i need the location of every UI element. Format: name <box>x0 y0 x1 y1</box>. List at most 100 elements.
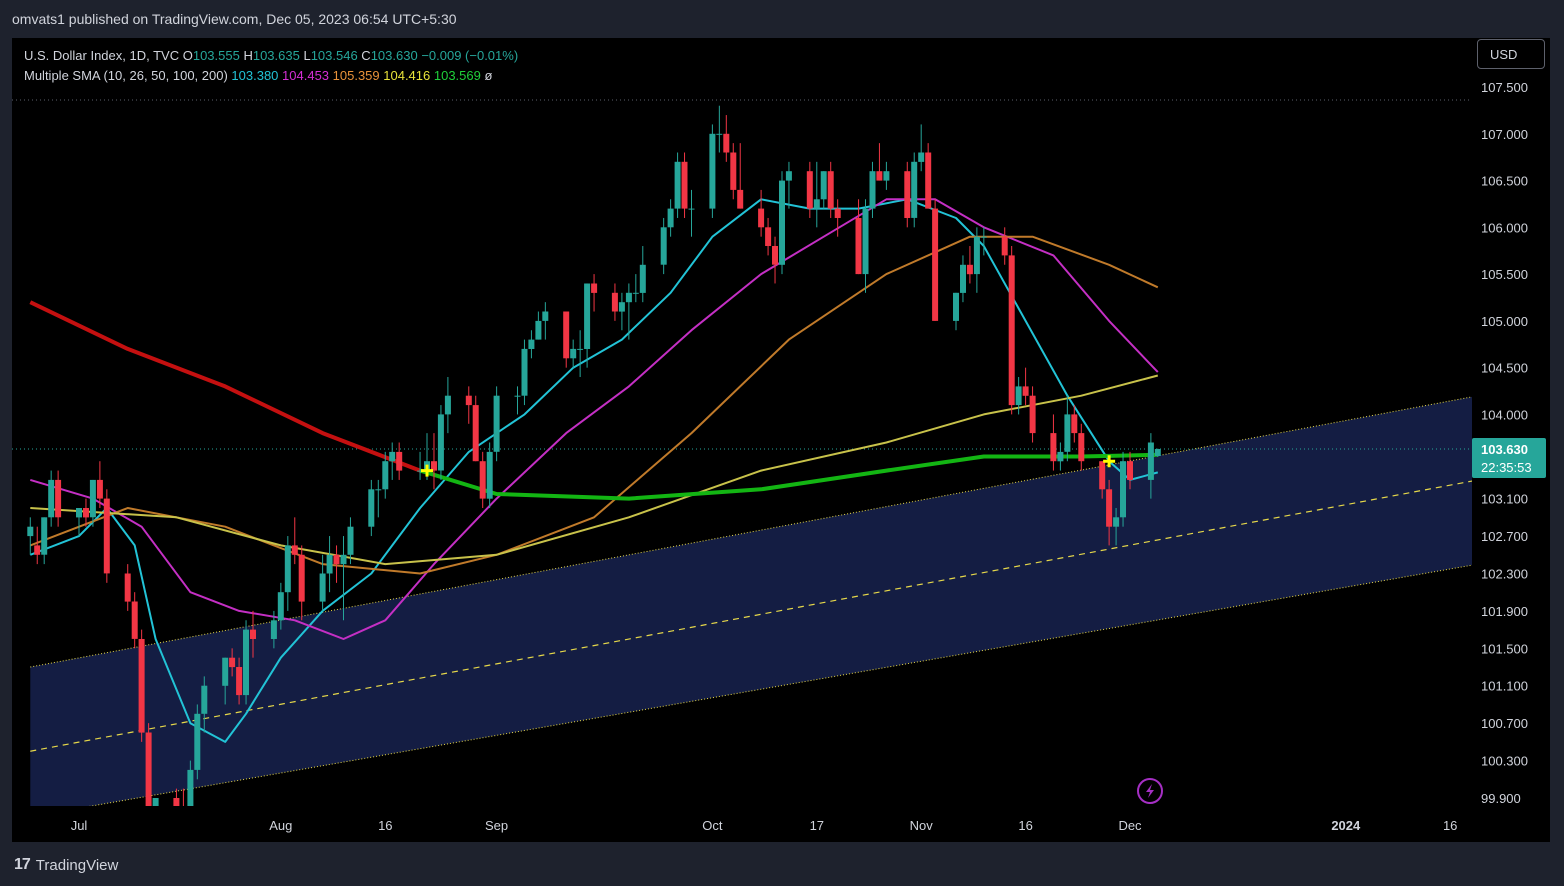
candle-body[interactable] <box>765 227 772 246</box>
candle-body[interactable] <box>911 161 918 218</box>
candle-body[interactable] <box>396 451 403 471</box>
candle-body[interactable] <box>953 292 959 321</box>
candle-body[interactable] <box>465 395 472 406</box>
candle-body[interactable] <box>876 171 883 181</box>
candle-body[interactable] <box>820 171 827 200</box>
candle-body[interactable] <box>229 657 236 668</box>
candle-body[interactable] <box>1147 442 1154 480</box>
candle-body[interactable] <box>723 133 730 153</box>
candle-body[interactable] <box>1064 414 1071 452</box>
candle-body[interactable] <box>918 152 925 162</box>
candle-body[interactable] <box>772 246 778 265</box>
candle-body[interactable] <box>813 199 820 209</box>
candle-body[interactable] <box>980 236 987 238</box>
candle-body[interactable] <box>389 451 396 462</box>
candle-body[interactable] <box>577 348 584 350</box>
candle-body[interactable] <box>48 479 55 518</box>
candle-body[interactable] <box>1015 386 1022 406</box>
candle-body[interactable] <box>486 451 493 499</box>
candle-body[interactable] <box>1008 255 1015 406</box>
candle-body[interactable] <box>611 292 618 312</box>
candle-body[interactable] <box>1106 489 1113 527</box>
candle-body[interactable] <box>187 769 194 807</box>
currency-button[interactable]: USD <box>1477 39 1545 69</box>
candle-body[interactable] <box>333 554 340 565</box>
candle-body[interactable] <box>493 395 500 452</box>
candle-body[interactable] <box>326 554 333 574</box>
candle-body[interactable] <box>960 264 966 293</box>
candle-body[interactable] <box>27 526 34 537</box>
candle-body[interactable] <box>55 479 62 518</box>
candle-body[interactable] <box>375 489 382 491</box>
candle-body[interactable] <box>535 320 542 340</box>
candle-body[interactable] <box>785 171 792 181</box>
candle-body[interactable] <box>1001 236 1008 256</box>
candle-body[interactable] <box>584 283 591 350</box>
candle-body[interactable] <box>152 798 159 817</box>
candle-body[interactable] <box>688 208 695 210</box>
candle-body[interactable] <box>514 395 521 397</box>
candle-body[interactable] <box>758 208 765 228</box>
candle-body[interactable] <box>76 508 82 518</box>
symbol-name[interactable]: U.S. Dollar Index, 1D, TVC <box>24 48 179 63</box>
candle-body[interactable] <box>180 807 186 816</box>
candle-body[interactable] <box>709 133 716 209</box>
candle-body[interactable] <box>563 311 570 359</box>
candle-body[interactable] <box>1154 449 1161 456</box>
candle-body[interactable] <box>716 133 723 135</box>
candle-body[interactable] <box>973 236 980 275</box>
candle-body[interactable] <box>660 227 667 265</box>
candle-body[interactable] <box>737 189 744 209</box>
candle-body[interactable] <box>1113 517 1120 527</box>
candle-body[interactable] <box>618 302 625 312</box>
candle-body[interactable] <box>250 629 256 639</box>
candle-body[interactable] <box>472 405 479 462</box>
candle-body[interactable] <box>855 218 862 275</box>
candle-body[interactable] <box>862 208 869 275</box>
candle-body[interactable] <box>131 601 138 639</box>
candle-body[interactable] <box>291 545 298 555</box>
price-chart[interactable]: 107.500 107.000 106.500 106.000 105.500 105.0… <box>0 0 1564 886</box>
candle-body[interactable] <box>236 667 243 696</box>
candle-body[interactable] <box>521 348 528 396</box>
candle-body[interactable] <box>340 554 347 565</box>
candle-body[interactable] <box>806 171 813 209</box>
candle-body[interactable] <box>124 573 131 602</box>
candle-body[interactable] <box>243 629 249 696</box>
candle-body[interactable] <box>201 685 208 714</box>
candle-body[interactable] <box>730 152 737 190</box>
candle-body[interactable] <box>368 489 375 527</box>
candle-body[interactable] <box>222 657 229 686</box>
candle-body[interactable] <box>89 479 96 518</box>
candle-body[interactable] <box>1029 395 1036 434</box>
candle-body[interactable] <box>1022 386 1029 396</box>
candle-body[interactable] <box>277 592 284 621</box>
candle-body[interactable] <box>41 517 48 555</box>
candle-body[interactable] <box>479 461 486 499</box>
candle-body[interactable] <box>1099 461 1106 490</box>
candle-body[interactable] <box>869 171 876 209</box>
candle-body[interactable] <box>284 545 291 593</box>
candle-body[interactable] <box>925 152 932 209</box>
candle-body[interactable] <box>625 292 632 303</box>
candle-body[interactable] <box>145 732 152 817</box>
candle-body[interactable] <box>1071 414 1078 434</box>
candle-body[interactable] <box>83 508 89 518</box>
candle-body[interactable] <box>1078 433 1085 462</box>
candle-body[interactable] <box>96 479 103 499</box>
candle-body[interactable] <box>103 498 110 574</box>
candle-body[interactable] <box>194 713 201 770</box>
candle-body[interactable] <box>570 348 577 359</box>
candle-body[interactable] <box>1120 461 1126 518</box>
sma-200-line-red[interactable] <box>29 300 421 473</box>
candle-body[interactable] <box>932 208 939 321</box>
candle-body[interactable] <box>542 311 549 321</box>
candle-body[interactable] <box>298 554 305 602</box>
candle-body[interactable] <box>437 414 444 471</box>
candle-body[interactable] <box>966 264 973 275</box>
candle-body[interactable] <box>382 461 389 490</box>
candle-body[interactable] <box>347 526 354 555</box>
candle-body[interactable] <box>904 171 911 218</box>
candle-body[interactable] <box>270 620 277 639</box>
sma-label[interactable]: Multiple SMA (10, 26, 50, 100, 200) <box>24 68 228 83</box>
